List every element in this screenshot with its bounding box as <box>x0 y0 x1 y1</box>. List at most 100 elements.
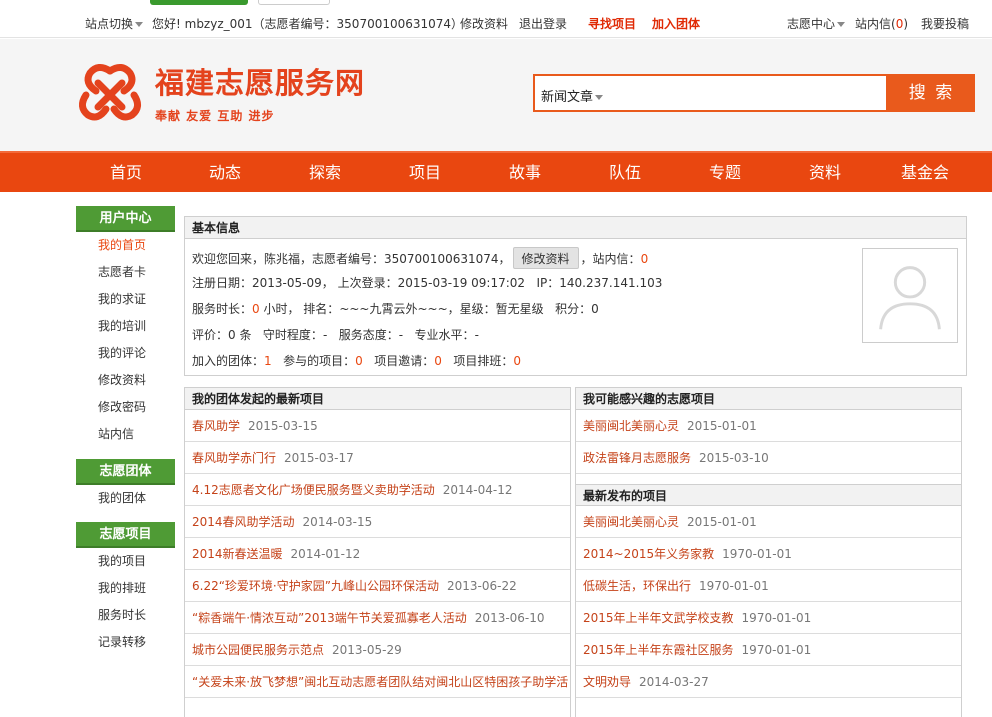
logout-link[interactable]: 退出登录 <box>519 15 567 33</box>
list-item: 低碳生活，环保出行 1970-01-01 <box>576 570 961 602</box>
sidebar-item-volunteer-card[interactable]: 志愿者卡 <box>76 259 175 286</box>
project-link[interactable]: 低碳生活，环保出行 <box>583 579 691 593</box>
project-link[interactable]: 春风助学赤门行 <box>192 451 276 465</box>
search-bar: 新闻文章 搜 索 <box>533 74 975 112</box>
sidebar-heading: 用户中心 <box>76 206 175 232</box>
greeting-text: 您好! mbzyz_001（志愿者编号：350700100631074） <box>152 17 464 31</box>
search-category-select[interactable]: 新闻文章 <box>541 86 604 105</box>
project-link[interactable]: 美丽闽北美丽心灵 <box>583 515 679 529</box>
project-date: 2015-03-15 <box>248 419 318 433</box>
sidebar-item-my-shifts[interactable]: 我的排班 <box>76 575 175 602</box>
list-item: 美丽闽北美丽心灵 2015-01-01 <box>576 410 961 442</box>
project-date: 2015-01-01 <box>687 419 757 433</box>
search-button[interactable]: 搜 索 <box>888 74 975 112</box>
chevron-down-icon <box>135 22 144 27</box>
submit-article-link[interactable]: 我要投稿 <box>921 15 969 33</box>
list-item: 2014新春送温暖 2014-01-12 <box>185 538 570 570</box>
nav-item-topics[interactable]: 专题 <box>675 153 775 192</box>
main-nav: 首页 动态 探索 项目 故事 队伍 专题 资料 基金会 <box>0 151 992 192</box>
sidebar-item-my-projects[interactable]: 我的项目 <box>76 548 175 575</box>
project-date: 2015-03-17 <box>284 451 354 465</box>
project-date: 2015-03-10 <box>699 451 769 465</box>
list-item: 城市公园便民服务示范点 2013-05-29 <box>185 634 570 666</box>
messages-link[interactable]: 站内信(0) <box>855 15 908 33</box>
sidebar-user-center: 用户中心 我的首页 志愿者卡 我的求证 我的培训 我的评论 修改资料 修改密码 … <box>76 206 175 448</box>
site-switch[interactable]: 站点切换 <box>85 15 144 33</box>
project-date: 1970-01-01 <box>741 611 812 625</box>
project-date: 2014-03-27 <box>639 675 709 689</box>
find-project-link[interactable]: 寻找项目 <box>588 15 636 33</box>
latest-projects-list: 美丽闽北美丽心灵 2015-01-01 2014~2015年义务家教 1970-01-… <box>576 506 961 698</box>
list-item: 政法雷锋月志愿服务 2015-03-10 <box>576 442 961 474</box>
project-link[interactable]: 美丽闽北美丽心灵 <box>583 419 679 433</box>
project-link[interactable]: 文明劝导 <box>583 675 631 689</box>
group-projects-panel: 我的团体发起的最新项目 春风助学 2015-03-15 春风助学赤门行 2015-03… <box>184 387 571 717</box>
welcome-line: 欢迎您回来，陈兆福，志愿者编号：350700100631074， 修改资料 ，站内信… <box>192 247 648 269</box>
message-count[interactable]: 0 <box>641 252 649 266</box>
nav-item-home[interactable]: 首页 <box>76 153 176 192</box>
project-date: 1970-01-01 <box>699 579 769 593</box>
sidebar-item-messages[interactable]: 站内信 <box>76 421 175 448</box>
groups-count-link[interactable]: 1 <box>264 354 272 368</box>
rating-line: 评价：0 条 守时程度：- 服务态度：- 专业水平：- <box>192 328 479 342</box>
project-link[interactable]: 2015年上半年东霞社区服务 <box>583 643 734 657</box>
project-link[interactable]: 6.22“珍爱环境·守护家园”九峰山公园环保活动 <box>192 579 439 593</box>
white-tab-stub[interactable] <box>258 0 330 5</box>
nav-item-projects[interactable]: 项目 <box>375 153 475 192</box>
sidebar-item-my-training[interactable]: 我的培训 <box>76 313 175 340</box>
join-group-link[interactable]: 加入团体 <box>652 15 700 33</box>
site-name: 福建志愿服务网 <box>155 66 366 100</box>
sidebar-item-my-groups[interactable]: 我的团体 <box>76 485 175 512</box>
search-input[interactable]: 新闻文章 <box>533 74 888 112</box>
list-item: 春风助学 2015-03-15 <box>185 410 570 442</box>
registration-line: 注册日期：2013-05-09， 上次登录：2015-03-19 09:17:0… <box>192 276 663 290</box>
nav-item-teams[interactable]: 队伍 <box>575 153 675 192</box>
sidebar-heading: 志愿团体 <box>76 459 175 485</box>
invites-count-link[interactable]: 0 <box>434 354 442 368</box>
sidebar-item-my-home[interactable]: 我的首页 <box>76 232 175 259</box>
project-link[interactable]: 2015年上半年文武学校支教 <box>583 611 734 625</box>
nav-item-stories[interactable]: 故事 <box>475 153 575 192</box>
project-date: 2013-06-10 <box>474 611 545 625</box>
edit-profile-link[interactable]: 修改资料 <box>460 15 508 33</box>
sidebar-item-my-verify[interactable]: 我的求证 <box>76 286 175 313</box>
project-link[interactable]: 政法雷锋月志愿服务 <box>583 451 691 465</box>
avatar[interactable] <box>862 248 958 343</box>
list-item: 2014~2015年义务家教 1970-01-01 <box>576 538 961 570</box>
project-link[interactable]: 2014~2015年义务家教 <box>583 547 714 561</box>
message-count: 0 <box>895 17 904 31</box>
projects-count-link[interactable]: 0 <box>355 354 363 368</box>
panel-title: 我可能感兴趣的志愿项目 <box>576 388 961 410</box>
project-link[interactable]: 2014春风助学活动 <box>192 515 295 529</box>
project-link[interactable]: 4.12志愿者文化广场便民服务暨义卖助学活动 <box>192 483 435 497</box>
list-item: 美丽闽北美丽心灵 2015-01-01 <box>576 506 961 538</box>
volunteer-heart-logo-icon[interactable] <box>76 61 144 129</box>
user-avatar-icon <box>879 266 941 330</box>
sidebar-item-my-comments[interactable]: 我的评论 <box>76 340 175 367</box>
sidebar-heading: 志愿项目 <box>76 522 175 548</box>
shifts-count-link[interactable]: 0 <box>513 354 521 368</box>
project-link[interactable]: 2014新春送温暖 <box>192 547 283 561</box>
project-link[interactable]: 城市公园便民服务示范点 <box>192 643 324 657</box>
project-date: 2014-03-15 <box>302 515 373 529</box>
project-link[interactable]: “关爱未来·放飞梦想”闽北互动志愿者团队结对闽北山区特困孩子助学活 <box>192 675 568 689</box>
volunteer-center-menu[interactable]: 志愿中心 <box>787 15 846 33</box>
sidebar-item-service-hours[interactable]: 服务时长 <box>76 602 175 629</box>
nav-item-resources[interactable]: 资料 <box>775 153 875 192</box>
sidebar-item-change-password[interactable]: 修改密码 <box>76 394 175 421</box>
project-link[interactable]: 春风助学 <box>192 419 240 433</box>
panel-title: 基本信息 <box>185 217 966 239</box>
site-header: 福建志愿服务网 奉献 友爱 互助 进步 新闻文章 搜 索 <box>0 39 992 151</box>
project-date: 2013-05-29 <box>332 643 402 657</box>
project-link[interactable]: “粽香端午·情浓互动”2013端午节关爱孤寡老人活动 <box>192 611 467 625</box>
nav-item-explore[interactable]: 探索 <box>275 153 375 192</box>
chevron-down-icon <box>837 22 846 27</box>
nav-item-news[interactable]: 动态 <box>175 153 275 192</box>
green-tab-stub[interactable] <box>150 0 248 5</box>
nav-item-foundation[interactable]: 基金会 <box>875 153 975 192</box>
edit-profile-button[interactable]: 修改资料 <box>512 247 579 269</box>
sidebar-item-record-transfer[interactable]: 记录转移 <box>76 629 175 656</box>
sidebar-item-edit-profile[interactable]: 修改资料 <box>76 367 175 394</box>
interest-projects-list: 美丽闽北美丽心灵 2015-01-01 政法雷锋月志愿服务 2015-03-10 <box>576 410 961 474</box>
project-date: 2014-04-12 <box>442 483 513 497</box>
